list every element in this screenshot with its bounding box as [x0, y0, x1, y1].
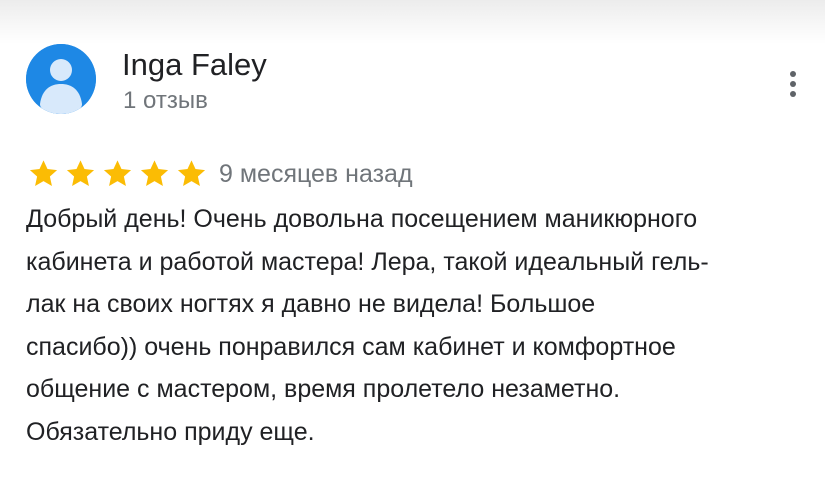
review-text: Добрый день! Очень довольна посещением м… — [26, 198, 816, 453]
star-icon — [66, 159, 95, 186]
star-icon — [140, 159, 169, 186]
star-icon — [103, 159, 132, 186]
star-rating — [28, 155, 213, 191]
review-line: лак на своих ногтях я давно не видела! Б… — [26, 290, 596, 318]
star-icon — [29, 159, 58, 186]
review-line: кабинета и работой мастера! Лера, такой … — [26, 247, 709, 276]
review-line: общение с мастером, время пролетело неза… — [26, 375, 621, 403]
review-card: Inga Faley 1 отзыв 9 месяцев назад Добры… — [0, 0, 825, 490]
review-date: 9 месяцев назад — [219, 160, 413, 188]
review-line: Обязательно приду еще. — [26, 417, 315, 446]
person-avatar-icon — [26, 44, 96, 114]
reviewer-name[interactable]: Inga Faley — [122, 46, 267, 84]
review-line: Добрый день! Очень довольна посещением м… — [26, 205, 698, 233]
more-vert-icon — [790, 71, 796, 97]
avatar[interactable] — [26, 44, 96, 114]
more-options-button[interactable] — [776, 64, 810, 104]
review-count: 1 отзыв — [123, 87, 208, 114]
star-icon — [177, 159, 206, 186]
review-line: спасибо)) очень понравился сам кабинет и… — [26, 332, 676, 361]
